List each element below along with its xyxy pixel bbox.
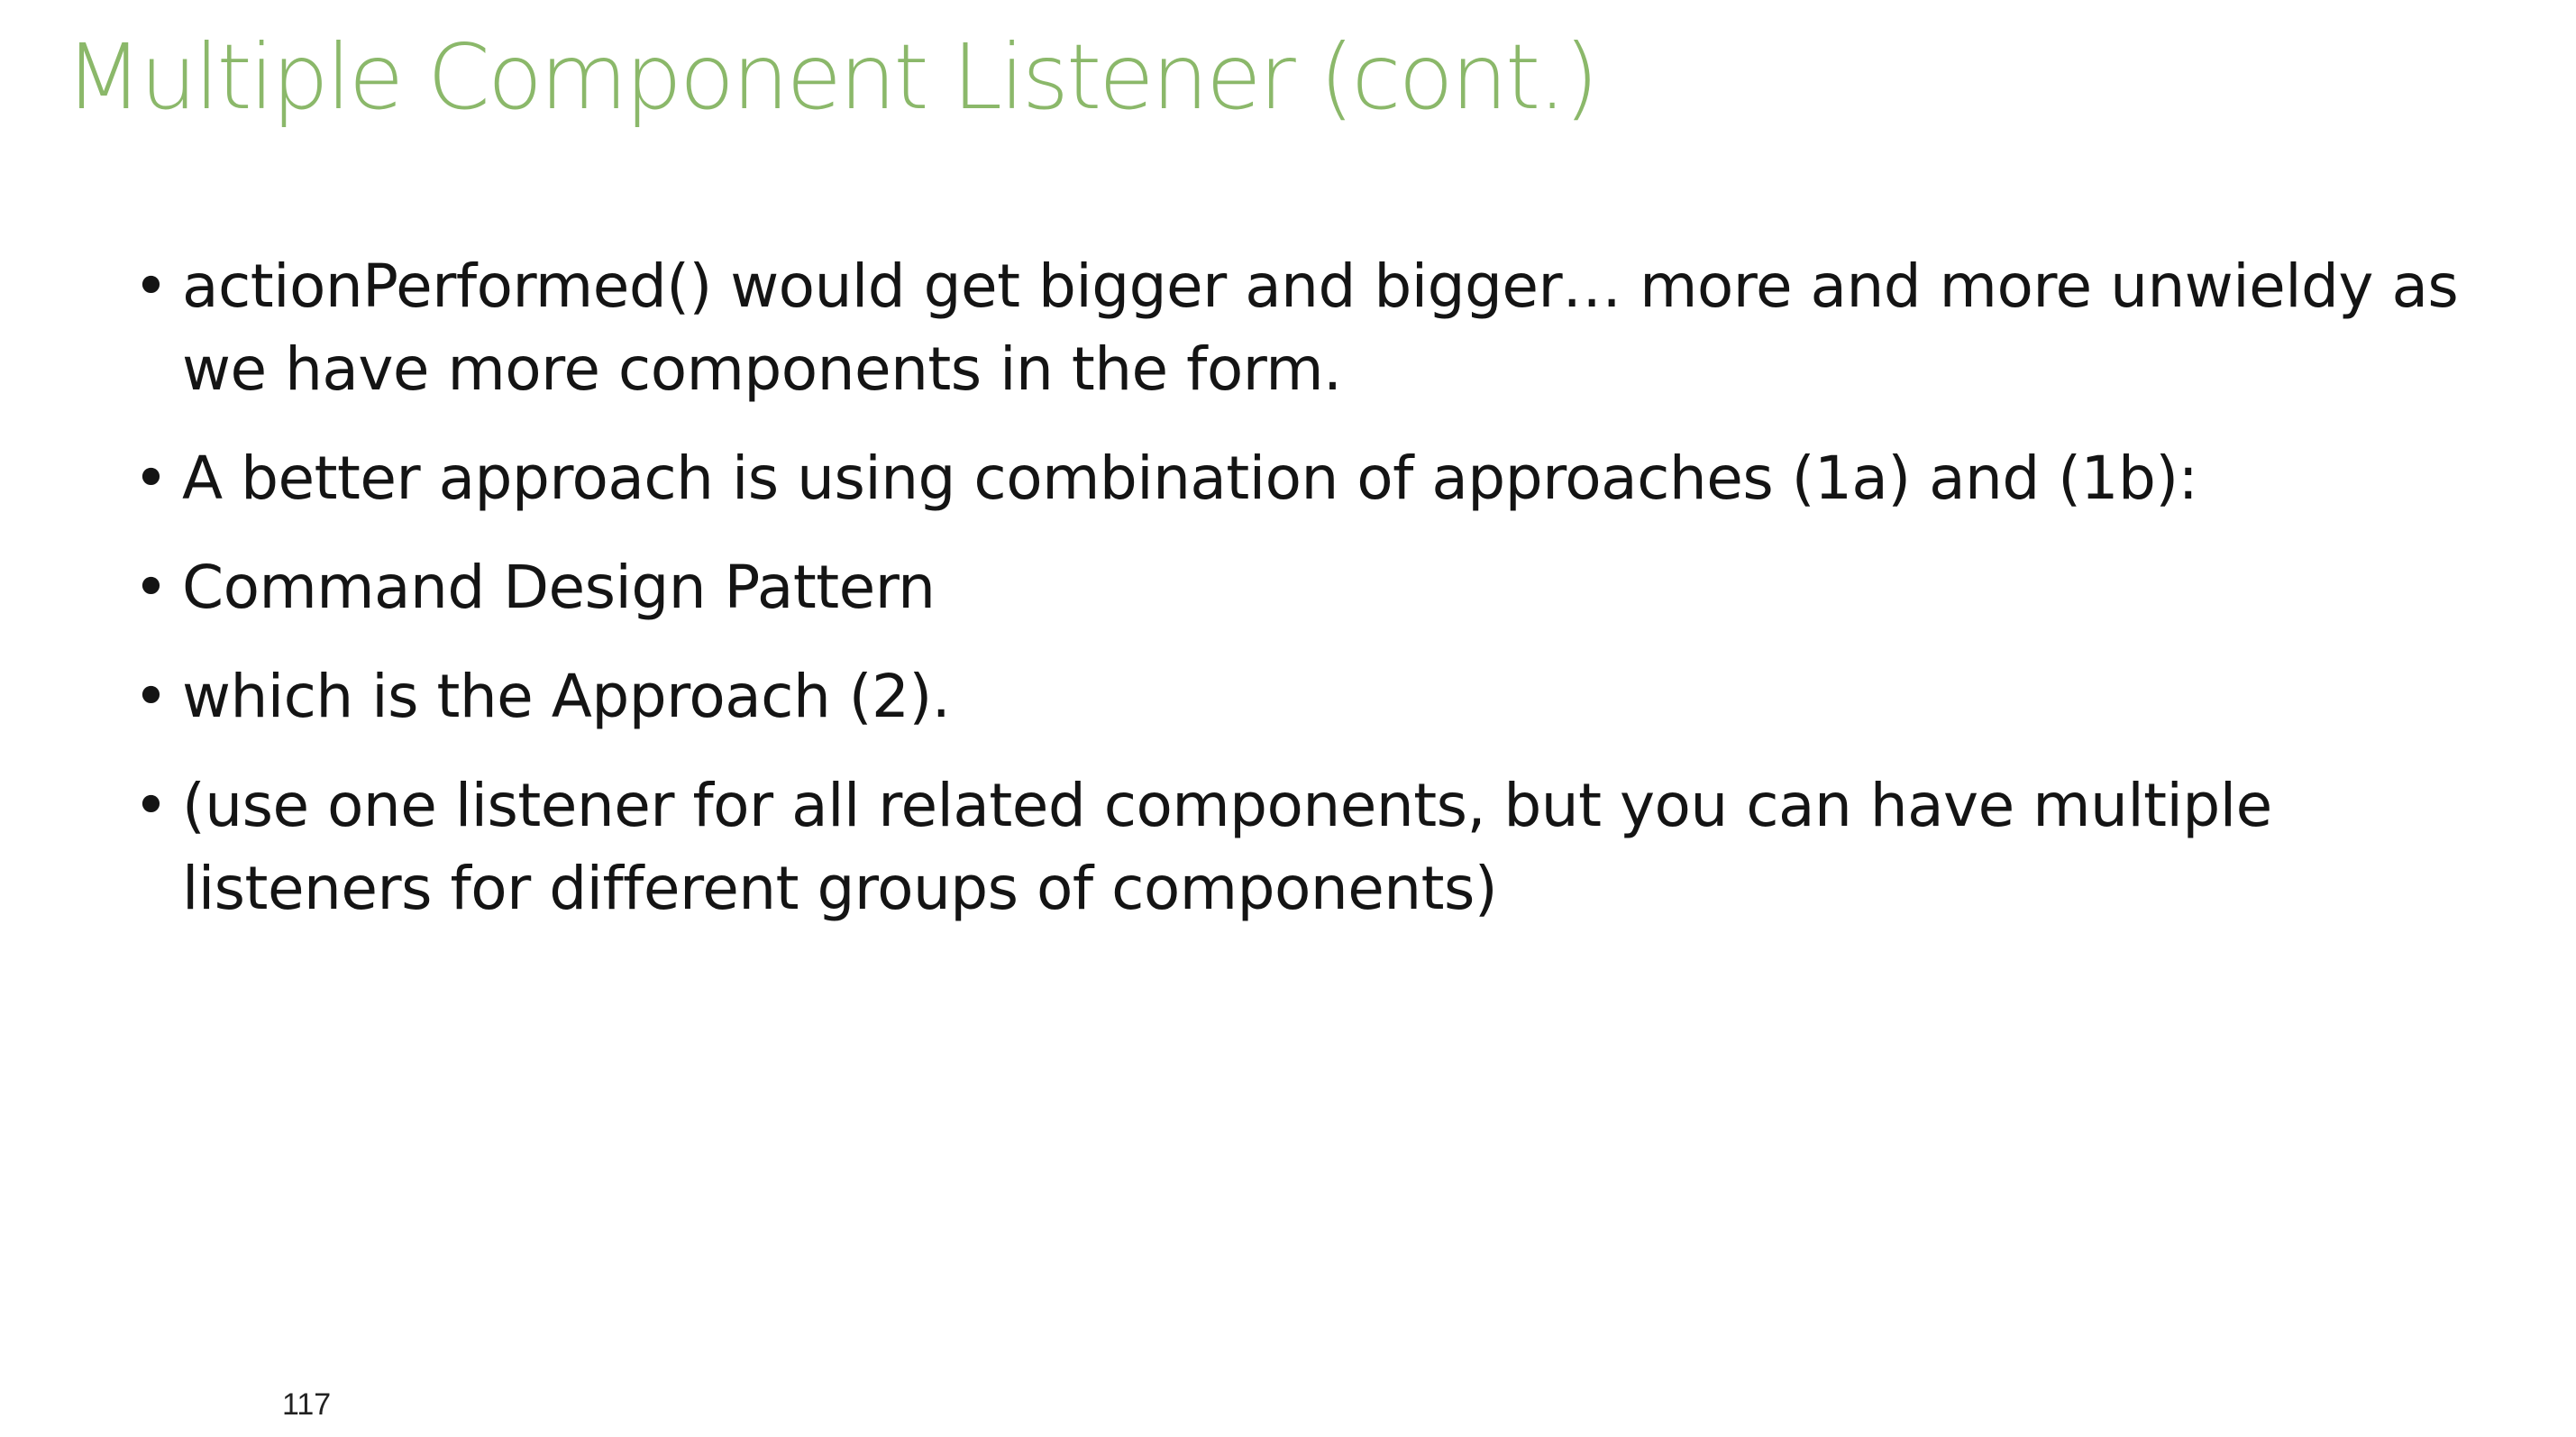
bullet-item: • A better approach is using combination… — [133, 437, 2513, 520]
bullet-list: • actionPerformed() would get bigger and… — [133, 245, 2513, 956]
bullet-item: • which is the Approach (2). — [133, 655, 2513, 738]
bullet-icon: • — [133, 662, 169, 731]
bullet-item: • actionPerformed() would get bigger and… — [133, 245, 2513, 411]
bullet-item: • Command Design Pattern — [133, 546, 2513, 629]
slide-title: Multiple Component Listener (cont.) — [65, 24, 1599, 130]
page-number: 117 — [282, 1387, 332, 1422]
bullet-text: (use one listener for all related compon… — [182, 771, 2272, 923]
bullet-text: actionPerformed() would get bigger and b… — [182, 252, 2459, 404]
bullet-icon: • — [133, 252, 169, 321]
bullet-item: • (use one listener for all related comp… — [133, 764, 2513, 930]
bullet-text: A better approach is using combination o… — [182, 444, 2198, 513]
bullet-icon: • — [133, 771, 169, 840]
bullet-icon: • — [133, 444, 169, 513]
bullet-text: which is the Approach (2). — [182, 662, 951, 731]
bullet-text: Command Design Pattern — [182, 553, 936, 622]
slide: Multiple Component Listener (cont.) • ac… — [0, 0, 2576, 1437]
bullet-icon: • — [133, 553, 169, 622]
